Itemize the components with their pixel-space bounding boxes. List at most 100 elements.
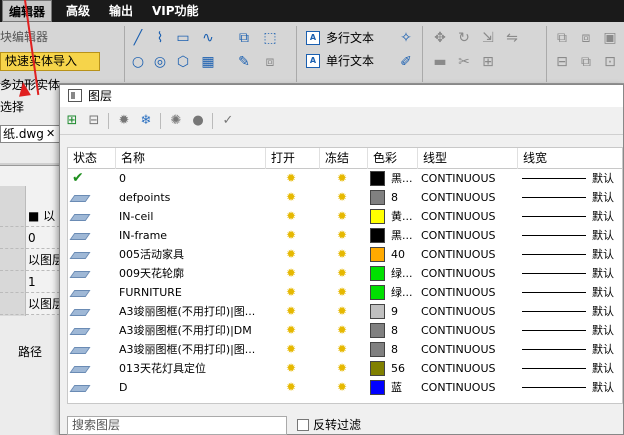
- thaw-sun-icon[interactable]: ✹: [337, 191, 349, 203]
- table-row[interactable]: A3竣丽图框(不用打印)|图... ✹ ✹ 9 CONTINUOUS 默认: [68, 302, 622, 321]
- mirror-icon[interactable]: ⇋: [504, 30, 520, 46]
- linetype[interactable]: CONTINUOUS: [421, 245, 518, 264]
- on-sun-icon[interactable]: ✹: [286, 381, 298, 393]
- lineweight-name[interactable]: 默认: [592, 359, 614, 378]
- linetype[interactable]: CONTINUOUS: [421, 378, 518, 397]
- select-item[interactable]: 选择: [0, 98, 60, 115]
- linetype[interactable]: CONTINUOUS: [421, 321, 518, 340]
- close-icon[interactable]: ✕: [46, 127, 55, 140]
- layer-name[interactable]: defpoints: [119, 188, 265, 207]
- linetype[interactable]: CONTINUOUS: [421, 169, 518, 188]
- layer-name[interactable]: 0: [119, 169, 265, 188]
- block-insert-icon[interactable]: ⧉: [236, 30, 252, 46]
- thaw-sun-icon[interactable]: ✹: [337, 286, 349, 298]
- menu-advanced[interactable]: 高级: [60, 0, 96, 22]
- rotate-icon[interactable]: ↻: [456, 30, 472, 46]
- thaw-sun-icon[interactable]: ✹: [337, 248, 349, 260]
- on-sun-icon[interactable]: ✹: [286, 248, 298, 260]
- on-sun-icon[interactable]: ✹: [286, 286, 298, 298]
- lineweight-name[interactable]: 默认: [592, 283, 614, 302]
- join-icon[interactable]: ⧉: [578, 54, 594, 70]
- table-row[interactable]: A3竣丽图框(不用打印)|DM ✹ ✹ 8 CONTINUOUS 默认: [68, 321, 622, 340]
- lineweight-name[interactable]: 默认: [592, 264, 614, 283]
- prop-value-lineweight[interactable]: 以图层: [0, 293, 60, 315]
- invert-filter-checkbox[interactable]: [297, 419, 309, 431]
- col-lineweight[interactable]: 线宽: [518, 148, 622, 169]
- explode-icon[interactable]: ⊟: [554, 54, 570, 70]
- menu-output[interactable]: 输出: [103, 0, 139, 22]
- on-sun-icon[interactable]: ✹: [286, 324, 298, 336]
- col-color[interactable]: 色彩: [368, 148, 418, 169]
- on-sun-icon[interactable]: ✹: [286, 267, 298, 279]
- thaw-sun-icon[interactable]: ✹: [337, 324, 349, 336]
- select-region-icon[interactable]: ⬚: [262, 30, 278, 46]
- search-input[interactable]: 搜索图层: [67, 416, 287, 435]
- lineweight-name[interactable]: 默认: [592, 188, 614, 207]
- move-icon[interactable]: ✥: [432, 30, 448, 46]
- col-freeze[interactable]: 冻结: [320, 148, 368, 169]
- lineweight-name[interactable]: 默认: [592, 378, 614, 397]
- table-row[interactable]: 013天花灯具定位 ✹ ✹ 56 CONTINUOUS 默认: [68, 359, 622, 378]
- linetype[interactable]: CONTINUOUS: [421, 340, 518, 359]
- table-row[interactable]: ✔ 0 ✹ ✹ 黑... CONTINUOUS 默认: [68, 169, 622, 188]
- freeze-icon[interactable]: ❄: [138, 113, 154, 129]
- thaw-sun-icon[interactable]: ✹: [337, 362, 349, 374]
- rectangle-icon[interactable]: ▭: [175, 30, 191, 46]
- on-sun-icon[interactable]: ✹: [286, 343, 298, 355]
- linetype[interactable]: CONTINUOUS: [421, 283, 518, 302]
- hatch-icon[interactable]: ▦: [200, 54, 216, 70]
- layer-name[interactable]: 009天花轮廓: [119, 264, 265, 283]
- delete-layer-icon[interactable]: ⊟: [86, 113, 102, 129]
- lineweight-name[interactable]: 默认: [592, 340, 614, 359]
- on-sun-icon[interactable]: ✹: [286, 191, 298, 203]
- all-on-icon[interactable]: ✹: [116, 113, 132, 129]
- quick-import-button[interactable]: 快速实体导入: [0, 52, 100, 71]
- lineweight-name[interactable]: 默认: [592, 207, 614, 226]
- copy-icon[interactable]: ⧈: [262, 54, 278, 70]
- new-layer-icon[interactable]: ⊞: [64, 113, 80, 129]
- lineweight-name[interactable]: 默认: [592, 169, 614, 188]
- color-swatch[interactable]: [370, 209, 385, 224]
- on-sun-icon[interactable]: ✹: [286, 229, 298, 241]
- layout-icon[interactable]: ▣: [602, 30, 618, 46]
- dtext-button[interactable]: 单行文本: [326, 53, 374, 69]
- line-icon[interactable]: ╱: [130, 30, 146, 46]
- linetype[interactable]: CONTINUOUS: [421, 264, 518, 283]
- on-sun-icon[interactable]: ✹: [286, 362, 298, 374]
- menu-vip[interactable]: VIP功能: [146, 0, 205, 22]
- layer-name[interactable]: 005活动家具: [119, 245, 265, 264]
- thaw-sun-icon[interactable]: ✹: [337, 210, 349, 222]
- color-swatch[interactable]: [370, 247, 385, 262]
- polyline-icon[interactable]: ⌇: [152, 30, 168, 46]
- circle-icon[interactable]: ○: [130, 54, 146, 70]
- layer-name[interactable]: D: [119, 378, 265, 397]
- layer-name[interactable]: IN-ceil: [119, 207, 265, 226]
- prop-value-scale[interactable]: 1: [0, 271, 60, 293]
- array-icon[interactable]: ⊞: [480, 54, 496, 70]
- lock-icon[interactable]: ✺: [168, 113, 184, 129]
- polygon-icon[interactable]: ⬡: [175, 54, 191, 70]
- table-row[interactable]: A3竣丽图框(不用打印)|图... ✹ ✹ 8 CONTINUOUS 默认: [68, 340, 622, 359]
- lineweight-name[interactable]: 默认: [592, 321, 614, 340]
- color-swatch[interactable]: [370, 285, 385, 300]
- table-row[interactable]: defpoints ✹ ✹ 8 CONTINUOUS 默认: [68, 188, 622, 207]
- linetype[interactable]: CONTINUOUS: [421, 188, 518, 207]
- thaw-sun-icon[interactable]: ✹: [337, 381, 349, 393]
- color-swatch[interactable]: [370, 304, 385, 319]
- layer-name[interactable]: IN-frame: [119, 226, 265, 245]
- layer-name[interactable]: A3竣丽图框(不用打印)|图...: [119, 340, 265, 359]
- color-swatch[interactable]: [370, 171, 385, 186]
- col-status[interactable]: 状态: [68, 148, 116, 169]
- mtext-button[interactable]: 多行文本: [326, 30, 374, 46]
- table-row[interactable]: 005活动家具 ✹ ✹ 40 CONTINUOUS 默认: [68, 245, 622, 264]
- lineweight-name[interactable]: 默认: [592, 226, 614, 245]
- linetype[interactable]: CONTINUOUS: [421, 302, 518, 321]
- table-row[interactable]: FURNITURE ✹ ✹ 绿... CONTINUOUS 默认: [68, 283, 622, 302]
- thaw-sun-icon[interactable]: ✹: [337, 343, 349, 355]
- trim-icon[interactable]: ✂: [456, 54, 472, 70]
- thaw-sun-icon[interactable]: ✹: [337, 267, 349, 279]
- thaw-sun-icon[interactable]: ✹: [337, 229, 349, 241]
- col-name[interactable]: 名称: [116, 148, 266, 169]
- on-sun-icon[interactable]: ✹: [286, 210, 298, 222]
- thaw-sun-icon[interactable]: ✹: [337, 305, 349, 317]
